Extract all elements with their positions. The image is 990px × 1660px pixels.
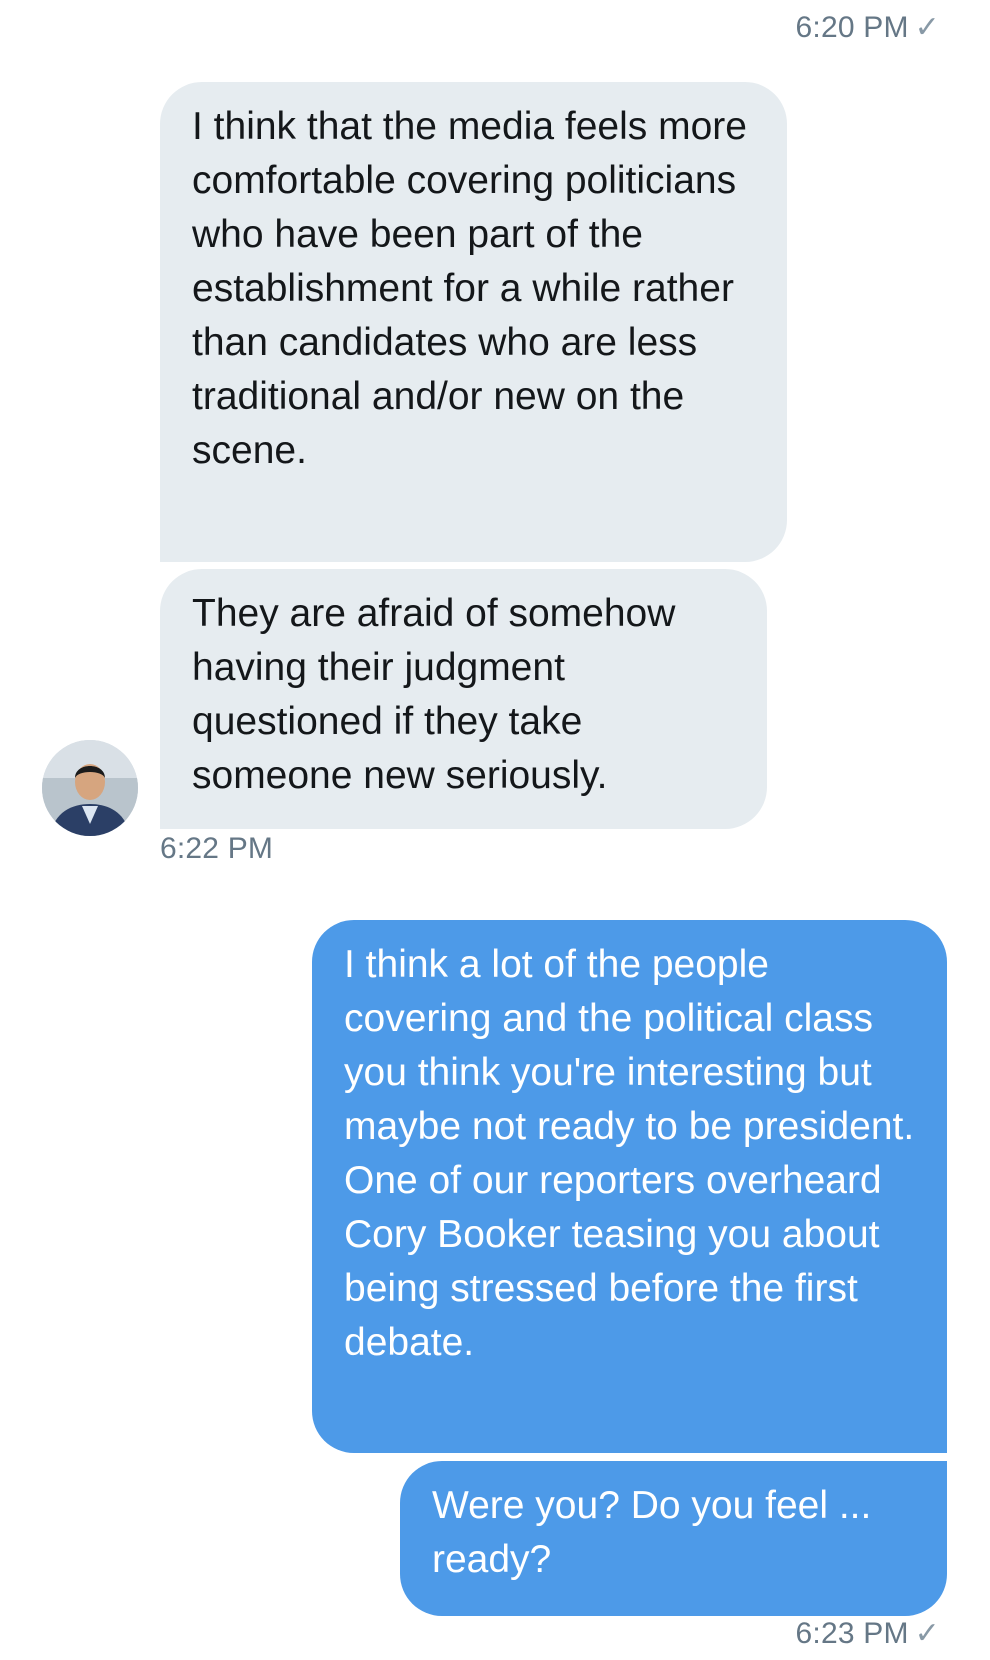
outgoing-message[interactable]: Were you? Do you feel ... ready? [400, 1461, 947, 1616]
read-check-icon: ✓ [914, 1617, 940, 1650]
read-check-icon: ✓ [914, 11, 940, 44]
timestamp-sent: 6:23 PM ✓ [796, 1616, 940, 1651]
timestamp-received: 6:22 PM [160, 832, 274, 865]
incoming-message[interactable]: I think that the media feels more comfor… [160, 82, 787, 562]
avatar-photo-icon [42, 740, 138, 836]
timestamp-text: 6:23 PM [795, 1617, 909, 1650]
timestamp-sent: 6:20 PM ✓ [796, 10, 940, 45]
contact-avatar[interactable] [42, 740, 138, 836]
incoming-message[interactable]: They are afraid of somehow having their … [160, 569, 767, 829]
outgoing-message[interactable]: I think a lot of the people covering and… [312, 920, 947, 1453]
timestamp-text: 6:20 PM [795, 11, 909, 44]
